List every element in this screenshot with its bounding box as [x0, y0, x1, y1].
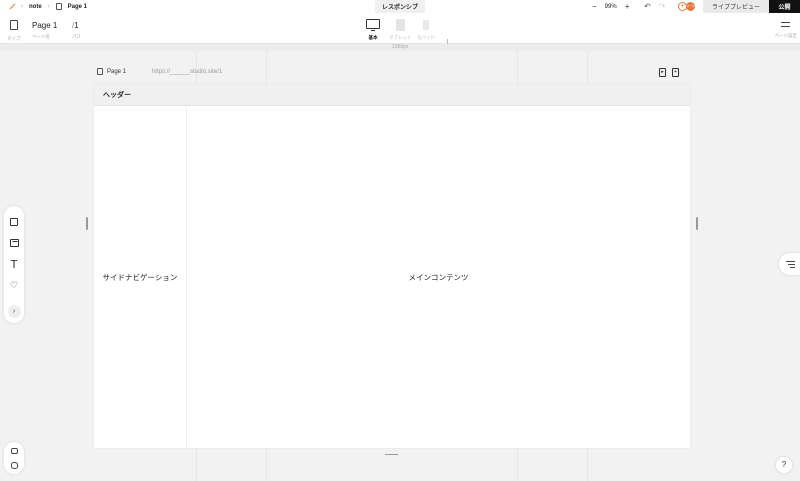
- help-button[interactable]: ?: [776, 457, 792, 473]
- avatar[interactable]: ユーザー: [686, 2, 695, 11]
- resize-handle-right[interactable]: [696, 217, 698, 230]
- path-field[interactable]: /1 パス: [72, 20, 81, 40]
- zoom-out-button[interactable]: −: [592, 2, 597, 11]
- database-button[interactable]: [4, 459, 24, 471]
- text-icon: T: [10, 257, 18, 271]
- resize-handle-left[interactable]: [86, 217, 88, 230]
- page-duplicate-icon[interactable]: ▸: [659, 68, 666, 77]
- header-label: ヘッダー: [103, 91, 131, 99]
- image-tool[interactable]: [4, 236, 24, 250]
- database-icon: [10, 461, 18, 469]
- page-icon: [55, 3, 62, 10]
- tab-responsive[interactable]: レスポンシブ: [375, 0, 425, 13]
- type-caption: タイプ: [7, 36, 21, 41]
- page-strip-actions: ▸ +: [659, 68, 679, 77]
- sliders-icon: [781, 21, 791, 28]
- page-frame: ヘッダー サイドナビゲーション メインコンテンツ: [94, 84, 690, 448]
- breadcrumb: › note › Page 1: [0, 3, 87, 10]
- device-tablet[interactable]: タブレット: [389, 19, 412, 41]
- publish-button[interactable]: 公開: [769, 0, 800, 13]
- device-label: 基本: [368, 35, 378, 40]
- redo-icon[interactable]: ↷: [659, 2, 666, 11]
- history-controls: ↶ ↷: [644, 0, 665, 13]
- page-settings-button[interactable]: ページ設定: [775, 21, 797, 39]
- left-toolbar: T ♡ ›: [4, 206, 24, 323]
- text-tool[interactable]: T: [4, 257, 24, 271]
- device-mobile[interactable]: モバイル: [417, 19, 435, 41]
- page-name-field[interactable]: Page 1 ページ名: [32, 20, 57, 40]
- left-bottom-toolbar: [4, 442, 24, 474]
- sidenav-section[interactable]: サイドナビゲーション: [94, 106, 187, 448]
- page-url[interactable]: https://______studio.site/1: [152, 69, 222, 75]
- page-settings-caption: ページ設定: [774, 33, 797, 38]
- page-toolbar: タイプ Page 1 ページ名 /1 パス 基本 タブレット モバイル ページ設…: [0, 13, 800, 44]
- breadcrumb-page[interactable]: Page 1: [68, 4, 87, 10]
- chevron-right-icon: ›: [47, 3, 50, 10]
- sidenav-label: サイドナビゲーション: [102, 272, 178, 282]
- page-name-value[interactable]: Page 1: [32, 20, 57, 32]
- undo-icon[interactable]: ↶: [644, 2, 651, 11]
- pages-button[interactable]: [4, 445, 24, 457]
- zoom-value[interactable]: 99%: [605, 4, 617, 10]
- canvas-page-label[interactable]: Page 1: [107, 69, 126, 75]
- page-strip: Page 1 https://______studio.site/1: [97, 68, 222, 75]
- zoom-control: − 99% +: [592, 0, 629, 13]
- avatar-label: ユーザー: [686, 4, 695, 8]
- pages-icon: [10, 448, 18, 454]
- page-icon: [9, 20, 18, 30]
- box-tool[interactable]: [4, 215, 24, 229]
- icon-tool[interactable]: ♡: [4, 278, 24, 292]
- tablet-icon: [395, 19, 405, 31]
- header-section[interactable]: ヘッダー: [94, 84, 690, 106]
- studio-logo-icon[interactable]: [8, 3, 15, 10]
- menu-lines-icon: [785, 260, 795, 268]
- top-bar: › note › Page 1 レスポンシブ − 99% + ↶ ↷ + ユーザ…: [0, 0, 800, 13]
- more-tools-button[interactable]: ›: [4, 304, 24, 318]
- path-caption: パス: [72, 34, 81, 39]
- add-page-icon[interactable]: +: [672, 68, 679, 77]
- path-value[interactable]: 1: [74, 21, 78, 30]
- image-icon: [9, 239, 19, 247]
- zoom-in-button[interactable]: +: [625, 2, 630, 11]
- main-label: メインコンテンツ: [408, 272, 469, 282]
- collaborators: + ユーザー: [678, 2, 695, 11]
- box-icon: [10, 218, 18, 226]
- device-desktop[interactable]: 基本: [366, 19, 380, 41]
- device-label: タブレット: [389, 35, 412, 40]
- monitor-icon: [366, 19, 380, 31]
- breadcrumb-project[interactable]: note: [29, 4, 42, 10]
- right-panel-toggle[interactable]: [779, 253, 800, 275]
- page-icon: [97, 68, 103, 75]
- canvas-width-label: 1280px: [0, 44, 800, 51]
- live-preview-button[interactable]: ライブプレビュー: [703, 0, 769, 13]
- device-label: モバイル: [417, 35, 435, 40]
- page-type[interactable]: タイプ: [7, 20, 21, 42]
- main-content-section[interactable]: メインコンテンツ: [187, 106, 690, 448]
- chevron-right-icon: ›: [7, 304, 21, 318]
- heart-icon: ♡: [9, 279, 19, 290]
- resize-handle-bottom[interactable]: [385, 454, 398, 455]
- mobile-icon: [423, 20, 429, 30]
- page-name-caption: ページ名: [32, 34, 50, 39]
- chevron-right-icon: ›: [21, 3, 23, 10]
